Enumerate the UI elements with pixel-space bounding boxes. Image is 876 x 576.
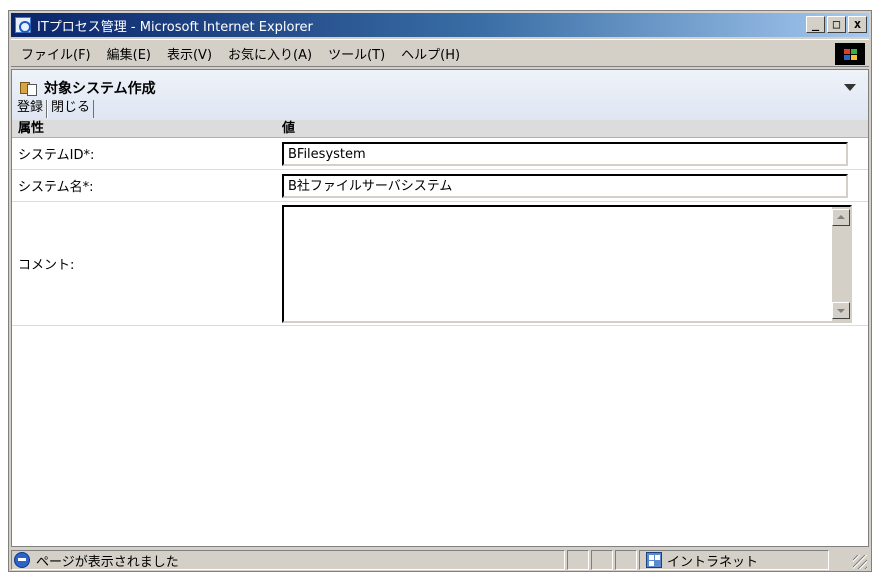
browser-window: ITプロセス管理 - Microsoft Internet Explorer _… (8, 10, 872, 572)
window-title: ITプロセス管理 - Microsoft Internet Explorer (37, 19, 313, 35)
menu-view[interactable]: 表示(V) (159, 44, 220, 63)
status-cell (591, 550, 613, 570)
system-create-icon (20, 79, 38, 97)
menu-bar: ファイル(F) 編集(E) 表示(V) お気に入り(A) ツール(T) ヘルプ(… (11, 39, 869, 67)
zone-label: イントラネット (667, 554, 759, 570)
table-row: システム名*: B社ファイルサーバシステム (12, 170, 868, 202)
status-cell (615, 550, 637, 570)
window-controls: _ □ x (806, 16, 867, 33)
system-id-input[interactable]: BFilesystem (282, 141, 848, 166)
register-button[interactable]: 登録 (14, 100, 48, 118)
system-name-input[interactable]: B社ファイルサーバシステム (282, 173, 848, 198)
attribute-table: 属性 値 システムID*: BFilesystem システム名*: B社ファイル… (12, 120, 868, 326)
intranet-icon (646, 552, 662, 568)
status-message: ページが表示されました (36, 554, 179, 570)
comment-scrollbar[interactable] (832, 206, 850, 321)
menu-help[interactable]: ヘルプ(H) (393, 44, 468, 63)
resize-grip-icon[interactable] (853, 555, 867, 569)
system-name-label: システム名*: (18, 180, 94, 195)
header-attribute: 属性 (18, 121, 45, 136)
page-title-text: 対象システム作成 (44, 81, 156, 97)
page-toolbar: 登録 閉じる (14, 100, 95, 118)
status-message-panel: ページが表示されました (11, 550, 565, 570)
status-cell (567, 550, 589, 570)
system-id-label: システムID*: (18, 148, 95, 163)
comment-textarea[interactable] (282, 204, 852, 323)
status-bar: ページが表示されました イントラネット (11, 549, 869, 571)
table-row: システムID*: BFilesystem (12, 138, 868, 170)
scroll-up-icon[interactable] (832, 208, 850, 226)
maximize-button[interactable]: □ (827, 16, 846, 33)
windows-logo-icon (835, 43, 865, 65)
close-button[interactable]: 閉じる (47, 100, 95, 118)
header-value: 値 (282, 121, 296, 136)
collapse-arrow-icon[interactable] (844, 84, 856, 91)
page-done-icon (14, 552, 30, 568)
page-content: 対象システム作成 登録 閉じる 属性 値 システムID*: BFilesyste… (11, 69, 869, 547)
minimize-button[interactable]: _ (806, 16, 825, 33)
comment-label: コメント: (18, 258, 75, 273)
menu-edit[interactable]: 編集(E) (99, 44, 159, 63)
menu-favorites[interactable]: お気に入り(A) (220, 44, 320, 63)
menu-tools[interactable]: ツール(T) (320, 44, 393, 63)
ie-icon (15, 17, 31, 33)
page-title: 対象システム作成 (20, 78, 156, 98)
page-header: 対象システム作成 登録 閉じる (12, 70, 868, 120)
menu-file[interactable]: ファイル(F) (11, 44, 99, 63)
scroll-down-icon[interactable] (832, 301, 850, 319)
security-zone[interactable]: イントラネット (639, 550, 829, 570)
table-header-row: 属性 値 (12, 120, 868, 138)
close-window-button[interactable]: x (848, 16, 867, 33)
table-row: コメント: (12, 202, 868, 326)
title-bar[interactable]: ITプロセス管理 - Microsoft Internet Explorer _… (11, 13, 869, 37)
